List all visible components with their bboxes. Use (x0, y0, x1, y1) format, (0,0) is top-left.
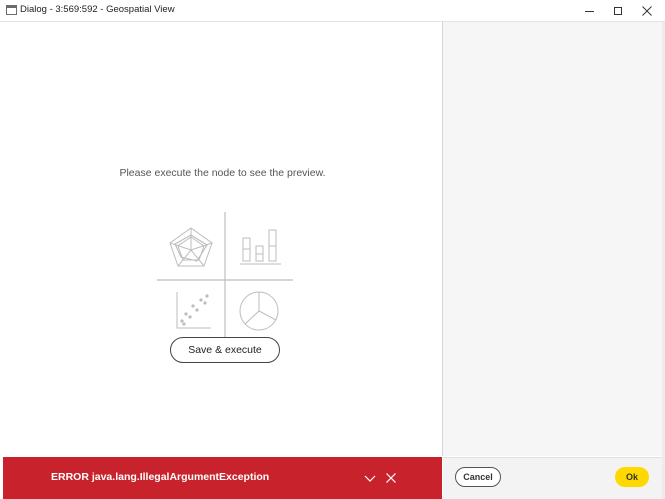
bar-chart-icon (240, 229, 281, 265)
save-execute-button[interactable]: Save & execute (170, 337, 280, 363)
pie-chart-icon (239, 291, 279, 331)
error-message: ERROR java.lang.IllegalArgumentException (51, 471, 270, 483)
minimize-icon (584, 10, 594, 12)
cancel-button[interactable]: Cancel (455, 467, 501, 487)
chart-placeholder-illustration (157, 212, 293, 346)
preview-message: Please execute the node to see the previ… (119, 167, 326, 179)
window-title: Dialog - 3:569:592 - Geospatial View (20, 4, 175, 15)
maximize-icon (614, 7, 622, 15)
close-button[interactable] (630, 0, 664, 22)
close-icon[interactable] (384, 471, 398, 485)
close-icon (642, 6, 652, 16)
preview-area: Please execute the node to see the previ… (3, 22, 442, 456)
title-bar: Dialog - 3:569:592 - Geospatial View (0, 0, 665, 22)
error-bar: ERROR java.lang.IllegalArgumentException (3, 457, 442, 499)
side-panel (443, 22, 665, 456)
chevron-down-icon[interactable] (363, 471, 377, 485)
dialog-footer: Cancel Ok (443, 457, 662, 499)
radar-chart-icon (169, 227, 213, 267)
ok-button[interactable]: Ok (615, 467, 649, 487)
window-app-icon (6, 5, 17, 15)
scatter-plot-icon (176, 292, 211, 329)
